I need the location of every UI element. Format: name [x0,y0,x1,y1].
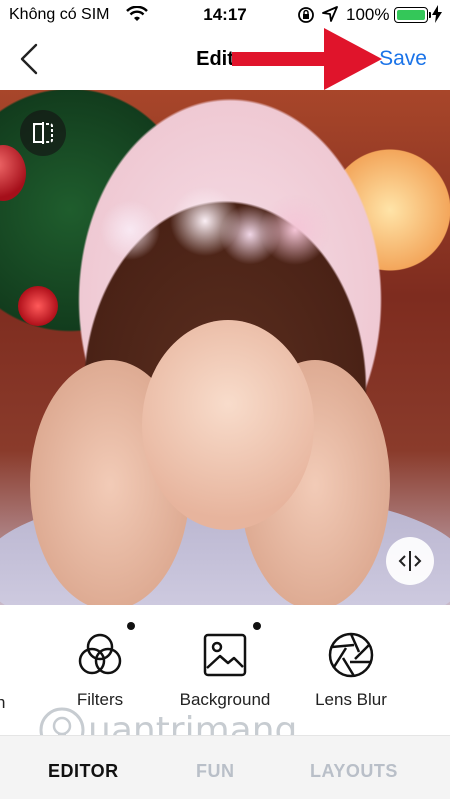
charging-icon [432,5,442,28]
tab-editor[interactable]: EDITOR [48,761,119,782]
filters-icon [78,633,122,675]
battery-percent: 100% [346,5,390,24]
tool-lens-blur-label: Lens Blur [315,690,387,709]
annotation-arrow-icon [232,28,382,90]
face [142,320,314,530]
tool-background[interactable]: Background [170,630,280,710]
tool-lens-blur[interactable]: Lens Blur [305,630,397,710]
bottom-tab-bar: EDITOR FUN LAYOUTS [0,735,450,799]
compare-button[interactable] [20,110,66,156]
save-button[interactable]: Save [379,47,427,71]
flower-crown [70,185,370,275]
tab-fun[interactable]: FUN [196,761,235,782]
compare-icon [33,122,53,144]
split-view-button[interactable] [386,537,434,585]
photo-canvas[interactable] [0,90,450,605]
split-arrows-icon [398,551,422,571]
location-icon [322,6,338,27]
tab-layouts[interactable]: LAYOUTS [310,761,398,782]
image-icon [203,633,247,677]
tool-partial-label[interactable]: h [0,693,5,713]
rotation-lock-icon [297,6,315,29]
nav-bar: Editor Save [0,30,450,90]
new-badge-dot [253,622,261,630]
battery-icon [394,7,431,23]
aperture-icon [328,632,374,678]
new-badge-dot [127,622,135,630]
tool-filters[interactable]: Filters [60,630,140,710]
ornament-decoration [0,145,26,201]
status-bar: Không có SIM 14:17 100% [0,0,450,30]
star-decoration [18,286,58,326]
